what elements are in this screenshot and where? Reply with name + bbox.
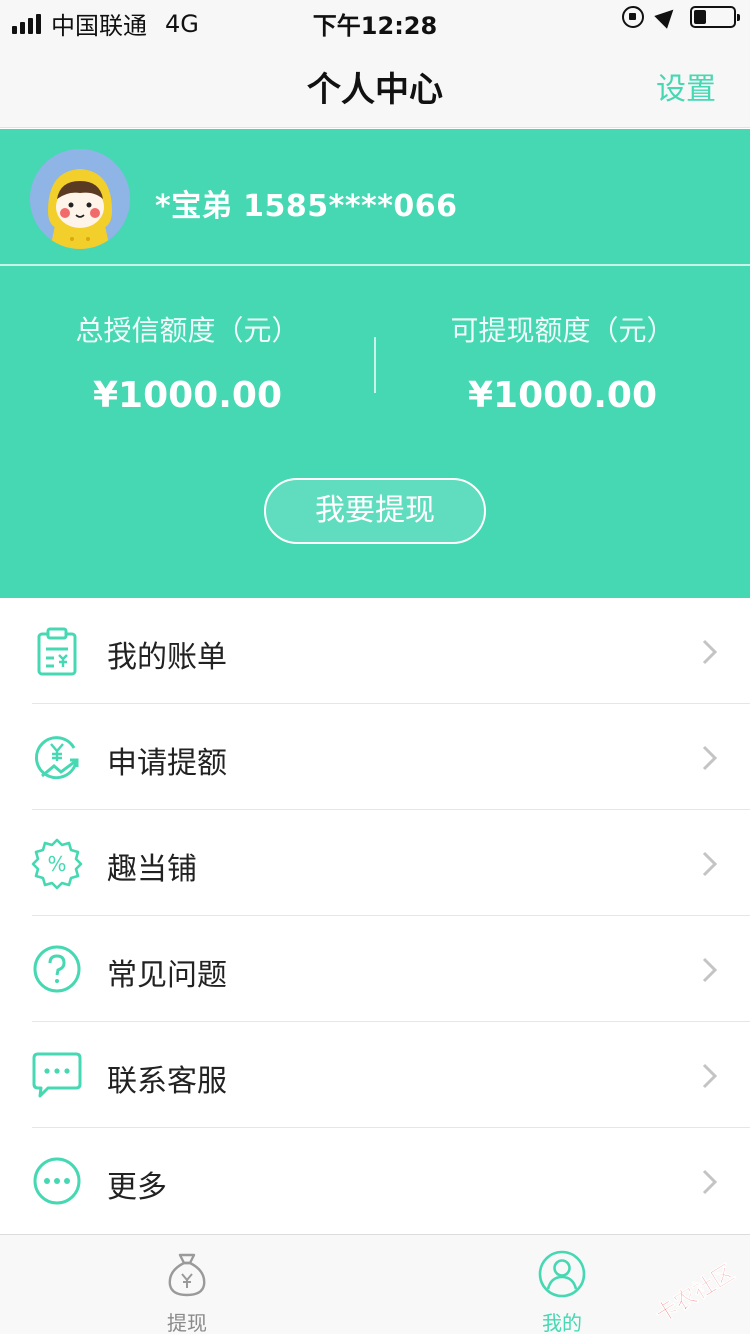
divider xyxy=(0,264,750,266)
settings-button[interactable]: 设置 xyxy=(656,64,716,108)
available-credit-value: ¥1000.00 xyxy=(467,375,658,416)
chevron-right-icon xyxy=(702,1169,718,1195)
tab-mine[interactable]: 我的 xyxy=(462,1235,662,1334)
tab-bar: 提现 我的 xyxy=(0,1234,750,1334)
battery-icon xyxy=(690,6,740,28)
withdraw-button[interactable]: 我要提现 xyxy=(264,478,486,544)
avatar-illustration-icon xyxy=(30,149,130,249)
money-bag-icon xyxy=(168,1253,206,1297)
chevron-right-icon xyxy=(702,1063,718,1089)
user-icon xyxy=(538,1250,586,1298)
bill-icon xyxy=(37,627,77,676)
tab-label: 提现 xyxy=(167,1311,207,1334)
rotation-lock-icon xyxy=(622,6,644,28)
menu-item-pawnshop[interactable]: % 趣当铺 xyxy=(0,810,750,916)
menu-item-customer-service[interactable]: 联系客服 xyxy=(0,1022,750,1128)
menu-label: 申请提额 xyxy=(107,746,227,781)
user-name: *宝弟 1585****066 xyxy=(155,189,458,224)
svg-text:%: % xyxy=(47,852,66,876)
menu-label: 更多 xyxy=(107,1170,167,1205)
menu-label: 我的账单 xyxy=(107,640,227,675)
status-bar: 中国联通 4G 下午12:28 xyxy=(0,0,750,40)
user-row: *宝弟 1585****066 xyxy=(0,129,750,265)
page-title: 个人中心 xyxy=(307,70,443,110)
question-icon xyxy=(33,945,81,993)
total-credit-label: 总授信额度（元） xyxy=(75,314,300,347)
menu-item-raise-limit[interactable]: 申请提额 xyxy=(0,704,750,810)
total-credit-value: ¥1000.00 xyxy=(92,375,283,416)
total-credit: 总授信额度（元） ¥1000.00 xyxy=(0,309,375,416)
menu-list: 我的账单 申请提额 % 趣当铺 常见问题 联系客服 更多 xyxy=(0,598,750,1234)
chevron-right-icon xyxy=(702,957,718,983)
raise-limit-icon xyxy=(35,736,79,780)
menu-label: 联系客服 xyxy=(107,1064,227,1099)
percent-badge-icon: % xyxy=(31,838,83,890)
chevron-right-icon xyxy=(702,851,718,877)
available-credit: 可提现额度（元） ¥1000.00 xyxy=(375,309,750,416)
menu-item-more[interactable]: 更多 xyxy=(0,1128,750,1234)
chevron-right-icon xyxy=(702,745,718,771)
chevron-right-icon xyxy=(702,639,718,665)
watermark-text: 卡农社区 xyxy=(651,1259,739,1328)
menu-item-my-bill[interactable]: 我的账单 xyxy=(0,598,750,704)
menu-label: 常见问题 xyxy=(107,958,227,993)
more-icon xyxy=(33,1157,81,1205)
available-credit-label: 可提现额度（元） xyxy=(450,314,675,347)
profile-header: *宝弟 1585****066 总授信额度（元） ¥1000.00 可提现额度（… xyxy=(0,129,750,598)
top-bar: 中国联通 4G 下午12:28 个人中心 设置 xyxy=(0,0,750,128)
chat-bubble-icon xyxy=(32,1052,82,1098)
watermark-logo: 卡农社区 xyxy=(651,1259,740,1328)
menu-label: 趣当铺 xyxy=(107,852,197,887)
status-right xyxy=(622,3,740,29)
tab-label: 我的 xyxy=(542,1311,582,1334)
nav-bar: 个人中心 设置 xyxy=(0,40,750,128)
location-arrow-icon xyxy=(654,3,680,29)
avatar[interactable] xyxy=(30,149,130,249)
tab-withdraw[interactable]: 提现 xyxy=(87,1235,287,1334)
menu-item-faq[interactable]: 常见问题 xyxy=(0,916,750,1022)
